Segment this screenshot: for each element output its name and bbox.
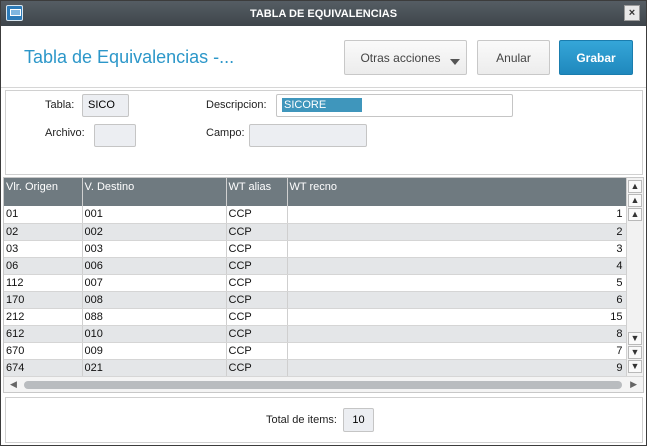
campo-label: Campo: bbox=[206, 127, 245, 139]
scroll-left-icon[interactable]: ◀ bbox=[10, 379, 17, 390]
horizontal-scrollbar[interactable]: ◀ ▶ bbox=[4, 376, 643, 392]
cell-vlr-origen: 612 bbox=[4, 325, 83, 343]
cell-wt-recno: 3 bbox=[287, 240, 627, 258]
column-header-v-destino[interactable]: V. Destino bbox=[82, 178, 227, 206]
page-title: Tabla de Equivalencias -... bbox=[24, 47, 235, 67]
archivo-field[interactable] bbox=[94, 124, 136, 147]
cell-wt-alias: CCP bbox=[226, 342, 288, 360]
table-row[interactable]: 03 003 CCP 3 bbox=[4, 240, 627, 258]
cell-v-destino: 010 bbox=[82, 325, 227, 343]
descripcion-label: Descripcion: bbox=[206, 99, 267, 111]
table-row[interactable]: 02 002 CCP 2 bbox=[4, 223, 627, 241]
cell-wt-alias: CCP bbox=[226, 274, 288, 292]
cell-wt-alias: CCP bbox=[226, 325, 288, 343]
cell-wt-recno: 4 bbox=[287, 257, 627, 275]
scroll-up-icon[interactable]: ▲ bbox=[628, 208, 642, 221]
cell-wt-recno: 5 bbox=[287, 274, 627, 292]
cell-wt-alias: CCP bbox=[226, 257, 288, 275]
tabla-label: Tabla: bbox=[45, 99, 75, 111]
app-icon bbox=[6, 5, 23, 21]
cell-v-destino: 088 bbox=[82, 308, 227, 326]
cell-v-destino: 001 bbox=[82, 206, 227, 224]
table-header-row: Vlr. Origen V. Destino WT alias WT recno bbox=[4, 178, 627, 206]
campo-field[interactable] bbox=[249, 124, 367, 147]
descripcion-field[interactable]: SICORE bbox=[276, 94, 513, 117]
cell-vlr-origen: 670 bbox=[4, 342, 83, 360]
cell-v-destino: 006 bbox=[82, 257, 227, 275]
cell-vlr-origen: 01 bbox=[4, 206, 83, 224]
scroll-right-icon[interactable]: ▶ bbox=[630, 379, 637, 390]
cell-vlr-origen: 06 bbox=[4, 257, 83, 275]
cell-wt-recno: 9 bbox=[287, 359, 627, 377]
cell-wt-alias: CCP bbox=[226, 223, 288, 241]
table-row[interactable]: 170 008 CCP 6 bbox=[4, 291, 627, 309]
window-title: TABLA DE EQUIVALENCIAS bbox=[249, 7, 398, 20]
cell-wt-recno: 15 bbox=[287, 308, 627, 326]
close-button[interactable]: × bbox=[624, 5, 640, 21]
header-bar: Tabla de Equivalencias -... Otras accion… bbox=[1, 26, 646, 88]
cell-wt-alias: CCP bbox=[226, 359, 288, 377]
scroll-bottom-icon[interactable]: ▼ bbox=[628, 360, 642, 373]
table-row[interactable]: 212 088 CCP 15 bbox=[4, 308, 627, 326]
total-items-label: Total de items: bbox=[266, 414, 337, 426]
title-bar: TABLA DE EQUIVALENCIAS × bbox=[1, 1, 646, 26]
cell-wt-alias: CCP bbox=[226, 291, 288, 309]
other-actions-label: Otras acciones bbox=[360, 50, 441, 65]
cell-wt-alias: CCP bbox=[226, 206, 288, 224]
cell-v-destino: 007 bbox=[82, 274, 227, 292]
column-header-wt-alias[interactable]: WT alias bbox=[226, 178, 288, 206]
tabla-field[interactable]: SICO bbox=[82, 94, 129, 117]
cell-wt-alias: CCP bbox=[226, 308, 288, 326]
other-actions-button[interactable]: Otras acciones bbox=[344, 40, 467, 75]
table-row[interactable]: 01 001 CCP 1 bbox=[4, 206, 627, 224]
cell-v-destino: 008 bbox=[82, 291, 227, 309]
cell-wt-recno: 2 bbox=[287, 223, 627, 241]
vertical-scrollbar[interactable]: ▲ ▲ ▲ ▼ ▼ ▼ bbox=[626, 178, 643, 376]
horizontal-scroll-thumb[interactable] bbox=[24, 381, 622, 389]
scroll-down-icon[interactable]: ▼ bbox=[628, 332, 642, 345]
cell-vlr-origen: 112 bbox=[4, 274, 83, 292]
descripcion-value: SICORE bbox=[282, 98, 362, 112]
cell-wt-recno: 1 bbox=[287, 206, 627, 224]
table-row[interactable]: 06 006 CCP 4 bbox=[4, 257, 627, 275]
scroll-page-up-icon[interactable]: ▲ bbox=[628, 194, 642, 207]
column-header-wt-recno[interactable]: WT recno bbox=[287, 178, 627, 206]
cell-wt-recno: 8 bbox=[287, 325, 627, 343]
save-button[interactable]: Grabar bbox=[559, 40, 633, 75]
cell-vlr-origen: 674 bbox=[4, 359, 83, 377]
table-row[interactable]: 112 007 CCP 5 bbox=[4, 274, 627, 292]
cell-wt-alias: CCP bbox=[226, 240, 288, 258]
chevron-down-icon bbox=[450, 59, 460, 65]
footer-panel: Total de items: 10 bbox=[5, 397, 643, 443]
equivalences-grid: Vlr. Origen V. Destino WT alias WT recno… bbox=[3, 177, 644, 393]
cell-wt-recno: 7 bbox=[287, 342, 627, 360]
cell-v-destino: 003 bbox=[82, 240, 227, 258]
total-items-value: 10 bbox=[343, 408, 374, 432]
cell-vlr-origen: 170 bbox=[4, 291, 83, 309]
column-header-vlr-origen[interactable]: Vlr. Origen bbox=[4, 178, 83, 206]
scroll-top-icon[interactable]: ▲ bbox=[628, 180, 642, 193]
cell-v-destino: 002 bbox=[82, 223, 227, 241]
archivo-label: Archivo: bbox=[45, 127, 85, 139]
cell-wt-recno: 6 bbox=[287, 291, 627, 309]
table-row[interactable]: 612 010 CCP 8 bbox=[4, 325, 627, 343]
data-table: Vlr. Origen V. Destino WT alias WT recno… bbox=[4, 178, 627, 377]
cell-vlr-origen: 02 bbox=[4, 223, 83, 241]
scroll-page-down-icon[interactable]: ▼ bbox=[628, 346, 642, 359]
table-row[interactable]: 674 021 CCP 9 bbox=[4, 359, 627, 377]
cell-vlr-origen: 03 bbox=[4, 240, 83, 258]
table-row[interactable]: 670 009 CCP 7 bbox=[4, 342, 627, 360]
cell-vlr-origen: 212 bbox=[4, 308, 83, 326]
cell-v-destino: 009 bbox=[82, 342, 227, 360]
cancel-button[interactable]: Anular bbox=[477, 40, 550, 75]
form-panel: Tabla: SICO Descripcion: SICORE Archivo:… bbox=[5, 90, 643, 175]
dialog-window: TABLA DE EQUIVALENCIAS × Tabla de Equiva… bbox=[0, 0, 647, 446]
cell-v-destino: 021 bbox=[82, 359, 227, 377]
